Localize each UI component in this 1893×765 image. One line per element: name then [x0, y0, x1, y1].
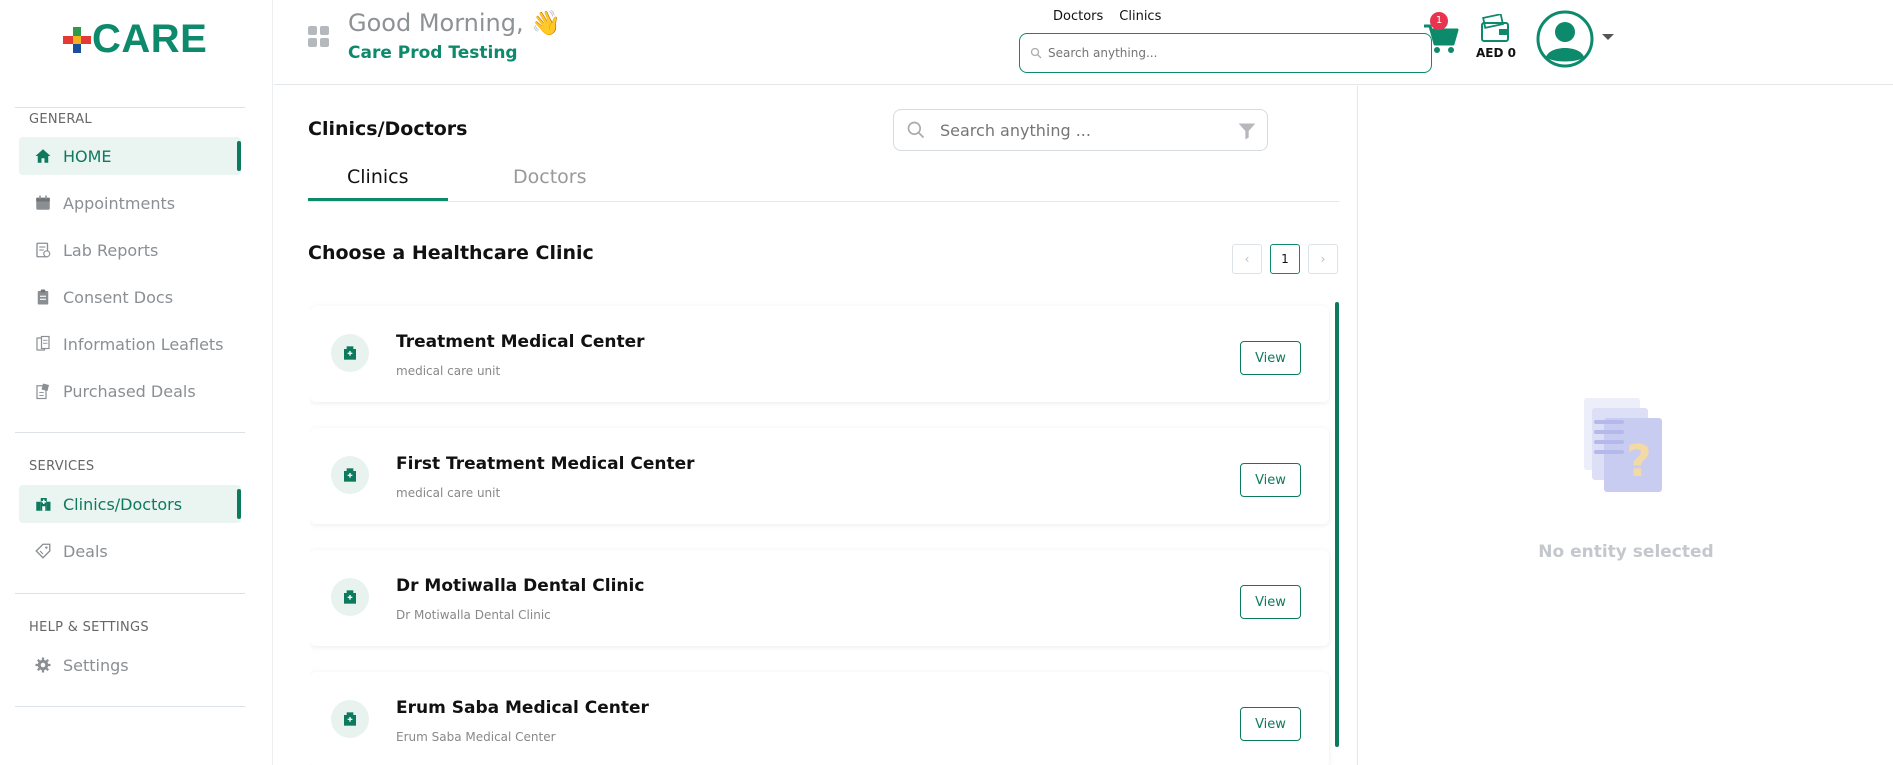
calendar-icon [33, 193, 53, 213]
sidebar-item-label: Lab Reports [63, 240, 159, 260]
care-logo[interactable]: CARE [62, 16, 208, 61]
svg-text:?: ? [1626, 436, 1652, 487]
sidebar-divider [15, 107, 245, 108]
tab-clinics[interactable]: Clinics [347, 166, 409, 202]
cart-count-badge: 1 [1430, 12, 1448, 30]
sidebar: CARE GENERAL HOME Appointments Lab Repor… [0, 0, 273, 765]
no-document-illustration-icon: ? [1584, 398, 1662, 492]
wallet-balance: AED 0 [1476, 46, 1516, 60]
sidebar-item-information-leaflets[interactable]: Information Leaflets [19, 325, 241, 363]
section-title-services: SERVICES [29, 459, 95, 474]
sidebar-item-home[interactable]: HOME [19, 137, 241, 175]
hospital-icon [331, 700, 369, 738]
sidebar-item-purchased-deals[interactable]: Purchased Deals [19, 372, 241, 410]
sidebar-item-label: Purchased Deals [63, 381, 196, 401]
tab-doctors[interactable]: Doctors [513, 166, 587, 202]
hospital-icon [331, 456, 369, 494]
sidebar-item-settings[interactable]: Settings [19, 646, 241, 684]
search-scope-doctors[interactable]: Doctors [1053, 9, 1103, 24]
clinic-subtitle: medical care unit [396, 486, 501, 500]
pagination-next-button[interactable]: › [1308, 244, 1338, 274]
sidebar-item-appointments[interactable]: Appointments [19, 184, 241, 222]
hospital-icon [33, 494, 53, 514]
avatar[interactable] [1536, 10, 1594, 68]
view-clinic-button[interactable]: View [1240, 463, 1301, 497]
lab-report-icon [33, 240, 53, 260]
clipboard-icon [33, 287, 53, 307]
sidebar-item-label: Information Leaflets [63, 334, 224, 354]
clinic-name: Dr Motiwalla Dental Clinic [396, 576, 645, 596]
sidebar-item-label: HOME [63, 146, 112, 166]
clinic-card[interactable]: Treatment Medical Center medical care un… [310, 306, 1329, 402]
pagination-prev-button[interactable]: ‹ [1232, 244, 1262, 274]
clinic-card[interactable]: Erum Saba Medical Center Erum Saba Medic… [310, 672, 1329, 765]
clinic-name: First Treatment Medical Center [396, 454, 695, 474]
apps-grid-icon[interactable] [308, 26, 330, 48]
section-heading: Choose a Healthcare Clinic [308, 242, 594, 264]
section-title-general: GENERAL [29, 112, 92, 127]
clinics-doctors-tabs: Clinics Doctors [308, 160, 1339, 202]
clinic-search-box [893, 109, 1268, 151]
tag-icon [33, 541, 53, 561]
leaflet-icon [33, 334, 53, 354]
sidebar-item-label: Deals [63, 541, 108, 561]
purchased-deals-icon [33, 381, 53, 401]
clinic-subtitle: medical care unit [396, 364, 501, 378]
sidebar-item-label: Clinics/Doctors [63, 494, 183, 514]
greeting-text: Good Morning, 👋 [348, 9, 562, 37]
sidebar-item-clinics-doctors[interactable]: Clinics/Doctors [19, 485, 241, 523]
sidebar-item-label: Settings [63, 655, 129, 675]
pagination-page-1[interactable]: 1 [1270, 244, 1300, 274]
clinic-name: Treatment Medical Center [396, 332, 645, 352]
organization-name: Care Prod Testing [348, 43, 518, 63]
gear-icon [33, 655, 53, 675]
clinic-list: Treatment Medical Center medical care un… [310, 302, 1340, 765]
clinic-subtitle: Dr Motiwalla Dental Clinic [396, 608, 551, 622]
sidebar-item-deals[interactable]: Deals [19, 532, 241, 570]
sidebar-item-label: Consent Docs [63, 287, 174, 307]
empty-state-text: No entity selected [1538, 542, 1714, 562]
search-scope-clinics[interactable]: Clinics [1119, 9, 1161, 24]
wallet-icon[interactable] [1480, 14, 1510, 44]
clinic-subtitle: Erum Saba Medical Center [396, 730, 556, 744]
view-clinic-button[interactable]: View [1240, 707, 1301, 741]
search-icon [1030, 47, 1042, 59]
section-title-help-settings: HELP & SETTINGS [29, 620, 149, 635]
cross-logo-icon [62, 25, 91, 53]
chevron-down-icon[interactable] [1601, 32, 1615, 42]
top-bar: Good Morning, 👋 Care Prod Testing Doctor… [274, 0, 1893, 85]
active-tab-indicator [308, 198, 448, 201]
sidebar-divider [15, 432, 245, 433]
page-title: Clinics/Doctors [308, 118, 468, 140]
view-clinic-button[interactable]: View [1240, 585, 1301, 619]
global-search-input[interactable] [1048, 46, 1408, 60]
sidebar-item-lab-reports[interactable]: Lab Reports [19, 231, 241, 269]
clinic-search-input[interactable] [940, 120, 1230, 140]
clinic-card[interactable]: Dr Motiwalla Dental Clinic Dr Motiwalla … [310, 550, 1329, 646]
sidebar-divider [15, 593, 245, 594]
details-panel: ? No entity selected [1357, 86, 1893, 765]
hospital-icon [331, 334, 369, 372]
home-icon [33, 146, 53, 166]
clinic-name: Erum Saba Medical Center [396, 698, 649, 718]
brand-name: CARE [92, 16, 208, 61]
filter-icon[interactable] [1237, 121, 1257, 141]
global-search-box [1019, 33, 1432, 73]
search-icon [907, 121, 925, 139]
clinic-card[interactable]: First Treatment Medical Center medical c… [310, 428, 1329, 524]
sidebar-item-consent-docs[interactable]: Consent Docs [19, 278, 241, 316]
hospital-icon [331, 578, 369, 616]
sidebar-item-label: Appointments [63, 193, 176, 213]
view-clinic-button[interactable]: View [1240, 341, 1301, 375]
list-scrollbar[interactable] [1335, 302, 1339, 747]
search-scope-tabs: Doctors Clinics [1053, 9, 1161, 24]
sidebar-divider [15, 706, 245, 707]
